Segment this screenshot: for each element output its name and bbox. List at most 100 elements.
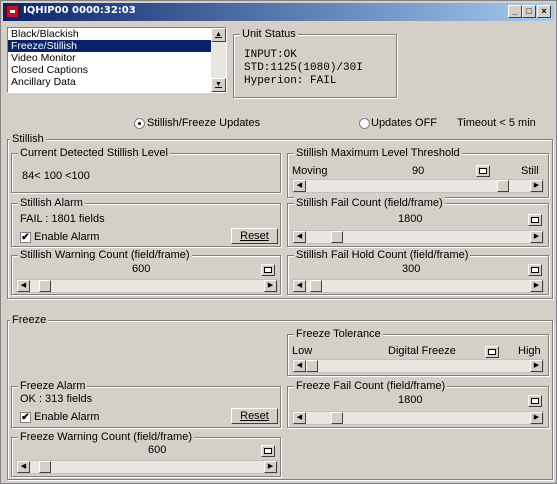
status-hyperion: Hyperion: FAIL [244,75,337,87]
stillish-fail-hold-group: Stillish Fail Hold Count (field/frame) 3… [287,249,549,295]
scroll-right-icon[interactable]: ▶ [530,231,543,243]
freeze-warning-count-value: 600 [148,444,167,456]
slider-thumb[interactable] [39,280,51,292]
scroll-left-icon[interactable]: ◀ [293,180,306,192]
tolerance-high-label: High [518,345,541,357]
tolerance-low-label: Low [292,345,313,357]
freeze-enable-label: Enable Alarm [34,411,100,423]
stillish-fail-hold-value: 300 [402,263,421,275]
slider-thumb[interactable] [310,280,322,292]
freeze-fail-count-edit-icon[interactable] [528,395,542,407]
list-item-selected[interactable]: Freeze/Stillish [8,40,226,52]
freeze-warning-count-slider[interactable]: ◀ ▶ [16,460,278,474]
freeze-warning-count-edit-icon[interactable] [261,445,275,457]
stillish-updates-radio[interactable] [134,118,145,129]
stillish-alarm-status: FAIL : 1801 fields [20,213,105,225]
current-level-value: 84< 100 <100 [22,170,90,182]
list-item[interactable]: Black/Blackish [8,28,226,40]
fail-count-edit-icon[interactable] [528,214,542,226]
stillish-fail-count-value: 1800 [398,213,423,225]
scroll-right-icon[interactable]: ▶ [530,412,543,424]
unit-status-title: Unit Status [240,28,298,41]
stillish-alarm-title: Stillish Alarm [18,197,85,210]
feature-listbox[interactable]: Black/Blackish Freeze/Stillish Video Mon… [7,27,227,93]
max-threshold-title: Stillish Maximum Level Threshold [294,147,462,160]
scroll-right-icon[interactable]: ▶ [530,360,543,372]
scroll-right-icon[interactable]: ▶ [264,280,277,292]
stillish-fail-hold-slider[interactable]: ◀ ▶ [292,279,544,293]
stillish-warning-count-slider[interactable]: ◀ ▶ [16,279,278,293]
slider-thumb[interactable] [39,461,51,473]
freeze-reset-button[interactable]: Reset [231,408,278,424]
threshold-low-label: Moving [292,165,328,177]
scroll-left-icon[interactable]: ◀ [17,461,30,473]
stillish-fail-count-group: Stillish Fail Count (field/frame) 1800 ◀… [287,197,549,247]
threshold-slider[interactable]: ◀ ▶ [292,179,544,193]
title-bar[interactable]: IQHIP00 0000:32:03 _ □ × [3,3,554,21]
scroll-left-icon[interactable]: ◀ [17,280,30,292]
warning-count-edit-icon[interactable] [261,264,275,276]
current-level-title: Current Detected Stillish Level [18,147,170,160]
stillish-fail-count-title: Stillish Fail Count (field/frame) [294,197,445,210]
stillish-warning-count-title: Stillish Warning Count (field/frame) [18,249,192,262]
tolerance-edit-icon[interactable] [485,346,499,358]
scroll-down-icon[interactable]: ▼ [211,78,226,92]
fail-hold-edit-icon[interactable] [528,264,542,276]
close-button[interactable]: × [537,5,551,18]
window-title: IQHIP00 0000:32:03 [23,5,136,16]
threshold-value: 90 [412,165,425,177]
freeze-warning-count-group: Freeze Warning Count (field/frame) 600 ◀… [11,431,281,477]
minimize-button[interactable]: _ [508,5,522,18]
stillish-reset-button[interactable]: Reset [231,228,278,244]
freeze-fail-count-group: Freeze Fail Count (field/frame) 1800 ◀ ▶ [287,380,549,428]
freeze-tolerance-title: Freeze Tolerance [294,328,383,341]
slider-thumb[interactable] [331,412,343,424]
tolerance-mid-label: Digital Freeze [388,345,456,357]
freeze-warning-count-title: Freeze Warning Count (field/frame) [18,431,194,444]
scroll-right-icon[interactable]: ▶ [264,461,277,473]
stillish-fail-count-slider[interactable]: ◀ ▶ [292,230,544,244]
current-level-group: Current Detected Stillish Level 84< 100 … [11,147,281,193]
stillish-updates-label: Stillish/Freeze Updates [147,117,261,129]
freeze-fail-count-value: 1800 [398,394,423,406]
scroll-left-icon[interactable]: ◀ [293,360,306,372]
freeze-enable-checkbox[interactable]: ✔ [20,412,31,423]
main-window: IQHIP00 0000:32:03 _ □ × Black/Blackish … [0,0,557,484]
max-threshold-group: Stillish Maximum Level Threshold Moving … [287,147,549,198]
stillish-warning-count-group: Stillish Warning Count (field/frame) 600… [11,249,281,295]
stillish-enable-label: Enable Alarm [34,231,100,243]
list-item[interactable]: Video Monitor [8,52,226,64]
scroll-left-icon[interactable]: ◀ [293,412,306,424]
freeze-title: Freeze [10,314,49,327]
list-item[interactable]: Closed Captions [8,64,226,76]
updates-off-radio[interactable] [359,118,370,129]
status-input: INPUT:OK [244,49,297,61]
list-item[interactable]: Ancillary Data [8,76,226,88]
slider-thumb[interactable] [331,231,343,243]
scroll-right-icon[interactable]: ▶ [530,280,543,292]
scroll-right-icon[interactable]: ▶ [530,180,543,192]
stillish-enable-checkbox[interactable]: ✔ [20,232,31,243]
slider-thumb[interactable] [497,180,509,192]
scroll-left-icon[interactable]: ◀ [293,231,306,243]
timeout-label: Timeout < 5 min [457,117,536,129]
freeze-fail-count-slider[interactable]: ◀ ▶ [292,411,544,425]
freeze-tolerance-slider[interactable]: ◀ ▶ [292,359,544,373]
list-scrollbar[interactable]: ▲ ▼ [211,28,226,92]
stillish-title: Stillish [10,133,46,146]
slider-thumb[interactable] [306,360,318,372]
threshold-high-label: Still [521,165,539,177]
app-icon[interactable] [6,5,19,18]
freeze-alarm-group: Freeze Alarm OK : 313 fields ✔ Enable Al… [11,380,281,428]
scroll-left-icon[interactable]: ◀ [293,280,306,292]
stillish-fail-hold-title: Stillish Fail Hold Count (field/frame) [294,249,471,262]
stillish-warning-count-value: 600 [132,263,151,275]
maximize-button[interactable]: □ [522,5,536,18]
unit-status-group: Unit Status INPUT:OK STD:1125(1080)/30I … [233,28,397,98]
freeze-tolerance-group: Freeze Tolerance Low Digital Freeze High… [287,328,549,376]
threshold-edit-icon[interactable] [476,165,490,177]
freeze-alarm-status: OK : 313 fields [20,393,93,405]
stillish-alarm-group: Stillish Alarm FAIL : 1801 fields ✔ Enab… [11,197,281,247]
status-std: STD:1125(1080)/30I [244,62,363,74]
scroll-up-icon[interactable]: ▲ [211,28,226,42]
